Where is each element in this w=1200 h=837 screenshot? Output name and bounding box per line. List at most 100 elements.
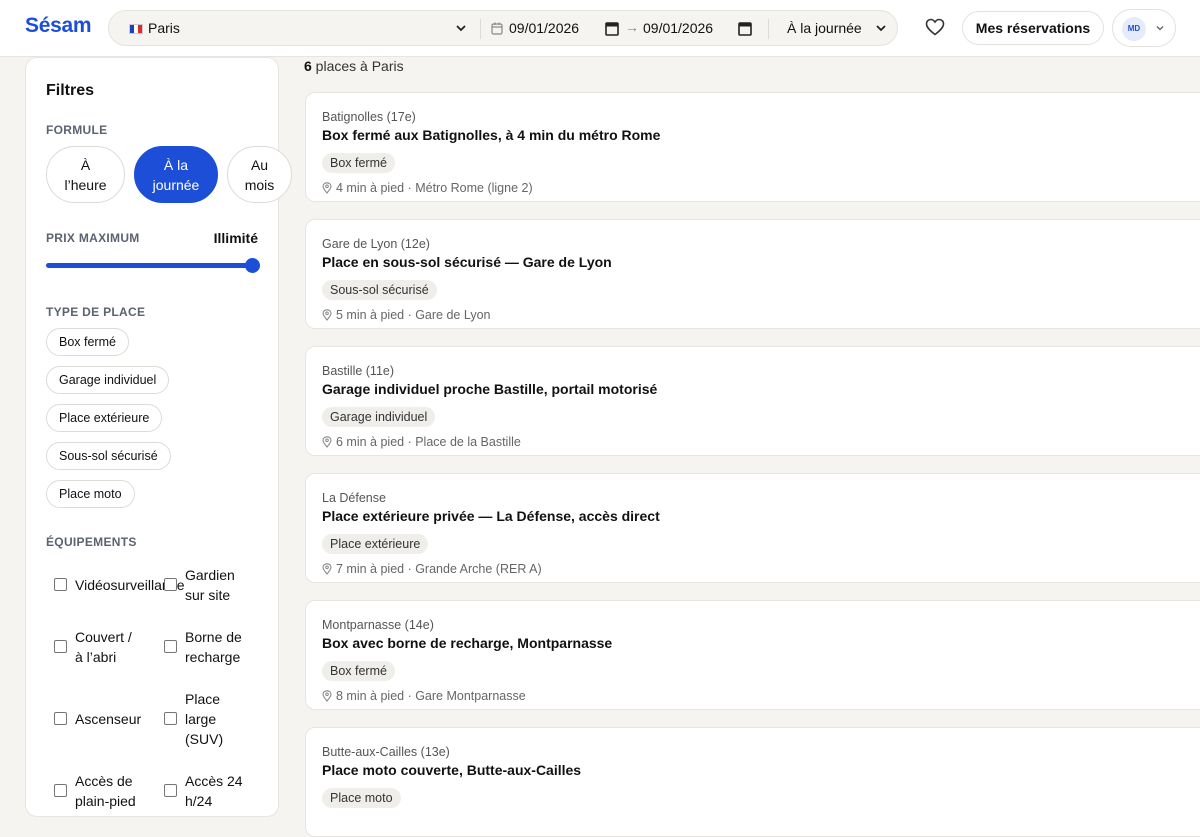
chevron-down-icon[interactable] <box>875 22 887 34</box>
listing-location-text: 8 min à pied · Gare Montparnasse <box>336 689 526 703</box>
equipment-label: ÉQUIPEMENTS <box>46 535 137 549</box>
type-chip[interactable]: Garage individuel <box>46 366 170 394</box>
listing-area: Montparnasse (14e) <box>322 618 434 632</box>
listing-title[interactable]: Box avec borne de recharge, Montparnasse <box>322 635 612 651</box>
checkbox[interactable] <box>54 640 67 653</box>
listing-title[interactable]: Place moto couverte, Butte-aux-Cailles <box>322 762 581 778</box>
listing-area: Gare de Lyon (12e) <box>322 237 430 251</box>
price-label: PRIX MAXIMUM <box>46 231 140 245</box>
formule-line: À la <box>163 156 189 173</box>
listing-location: 7 min à pied · Grande Arche (RER A) <box>322 562 542 578</box>
listing-card[interactable]: Butte-aux-Cailles (13e) Place moto couver… <box>305 727 1200 837</box>
start-date-input[interactable]: 09/01/2026 <box>509 20 579 36</box>
equipment-checkbox[interactable]: Accès de plain-pied <box>54 771 159 811</box>
map-pin-icon <box>322 690 332 705</box>
checkbox[interactable] <box>164 578 177 591</box>
listing-location: 5 min à pied · Gare de Lyon <box>322 308 491 324</box>
checkbox[interactable] <box>164 640 177 653</box>
listing-location: 8 min à pied · Gare Montparnasse <box>322 689 526 705</box>
formule-label: FORMULE <box>46 123 108 137</box>
checkbox[interactable] <box>54 578 67 591</box>
listing-title[interactable]: Place en sous-sol sécurisé — Gare de Lyo… <box>322 254 612 270</box>
listing-type-badge: Box fermé <box>322 661 395 681</box>
formule-option[interactable]: Àl’heure <box>46 146 125 203</box>
equipment-label: Borne de recharge <box>185 629 242 665</box>
listing-title[interactable]: Place extérieure privée — La Défense, ac… <box>322 508 660 524</box>
checkbox[interactable] <box>164 712 177 725</box>
type-chip[interactable]: Sous-sol sécurisé <box>46 442 171 470</box>
date-picker-icon[interactable] <box>738 21 752 36</box>
french-flag-icon <box>129 24 143 34</box>
top-bar: Sésam Paris 09/01/2026 → 09/01/2026 À la… <box>0 0 1200 57</box>
map-pin-icon <box>322 563 332 578</box>
equipment-label: Ascenseur <box>75 711 142 727</box>
listing-title[interactable]: Garage individuel proche Bastille, porta… <box>322 381 657 397</box>
listing-type-badge: Sous-sol sécurisé <box>322 280 437 300</box>
listing-card[interactable]: Montparnasse (14e) Box avec borne de rech… <box>305 600 1200 710</box>
checkbox[interactable] <box>54 712 67 725</box>
price-value: Illimité <box>213 230 258 246</box>
mode-select[interactable]: À la journée <box>787 20 862 36</box>
user-menu-button[interactable]: MD <box>1112 9 1176 47</box>
equipment-checkbox[interactable]: Vidéosurveillance <box>54 575 184 595</box>
search-bar: Paris 09/01/2026 → 09/01/2026 À la journ… <box>108 10 898 46</box>
price-slider-track[interactable] <box>46 263 259 268</box>
price-slider-thumb[interactable] <box>245 258 260 273</box>
filters-title: Filtres <box>46 82 95 99</box>
listing-card[interactable]: La Défense Place extérieure privée — La D… <box>305 473 1200 583</box>
type-label: TYPE DE PLACE <box>46 305 146 319</box>
city-value: Paris <box>148 20 180 36</box>
avatar: MD <box>1122 17 1146 41</box>
listing-card[interactable]: Gare de Lyon (12e) Place en sous-sol sécu… <box>305 219 1200 329</box>
results-count-number: 6 <box>304 58 312 74</box>
my-reservations-button[interactable]: Mes réservations <box>962 11 1104 45</box>
equipment-label: Couvert / à l’abri <box>75 629 132 665</box>
formule-line: mois <box>244 176 275 193</box>
equipment-label: Accès 24 h/24 <box>185 773 243 809</box>
listing-type-badge: Garage individuel <box>322 407 436 427</box>
listing-title[interactable]: Box fermé aux Batignolles, à 4 min du mé… <box>322 127 660 143</box>
listing-location-text: 6 min à pied · Place de la Bastille <box>336 435 521 449</box>
listing-area: Batignolles (17e) <box>322 110 416 124</box>
equipment-checkbox[interactable]: Borne de recharge <box>164 627 269 667</box>
formule-option-label: À la journée <box>153 155 200 195</box>
end-date-input[interactable]: 09/01/2026 <box>643 20 713 36</box>
listing-location: 4 min à pied · Métro Rome (ligne 2) <box>322 181 533 197</box>
logo[interactable]: Sésam <box>25 14 92 38</box>
city-select[interactable]: Paris <box>129 20 180 36</box>
chevron-down-icon <box>1156 26 1164 31</box>
listing-card[interactable]: Bastille (11e) Garage individuel proche B… <box>305 346 1200 456</box>
map-pin-icon <box>322 182 332 197</box>
chevron-down-icon[interactable] <box>455 22 467 34</box>
checkbox[interactable] <box>54 784 67 797</box>
type-chip[interactable]: Place moto <box>46 480 135 508</box>
equipment-checkbox[interactable]: Accès 24 h/24 <box>164 771 269 811</box>
equipment-label: Gardien sur site <box>185 567 235 603</box>
equipment-checkbox[interactable]: Couvert / à l’abri <box>54 627 159 667</box>
divider <box>480 19 481 39</box>
formule-line: Au <box>250 156 269 173</box>
listing-card[interactable]: Batignolles (17e) Box fermé aux Batignoll… <box>305 92 1200 202</box>
listing-location-text: 7 min à pied · Grande Arche (RER A) <box>336 562 542 576</box>
listing-area: Bastille (11e) <box>322 364 395 378</box>
map-pin-icon <box>322 309 332 324</box>
type-chip[interactable]: Place extérieure <box>46 404 163 432</box>
formule-option[interactable]: À la journée <box>134 146 218 203</box>
results-count-suffix: places à Paris <box>311 58 404 74</box>
equipment-checkbox[interactable]: Ascenseur <box>54 709 159 729</box>
equipment-label: Accès de plain-pied <box>75 773 136 809</box>
map-pin-icon <box>322 436 332 451</box>
listing-type-badge: Box fermé <box>322 153 395 173</box>
formule-option[interactable]: Au mois <box>227 146 292 203</box>
date-picker-icon[interactable] <box>605 21 619 36</box>
listing-location: 6 min à pied · Place de la Bastille <box>322 435 521 451</box>
favorites-heart-icon[interactable] <box>925 18 945 36</box>
type-chip[interactable]: Box fermé <box>46 328 129 356</box>
equipment-checkbox[interactable]: Place large (SUV) <box>164 689 269 749</box>
formule-line: l’heure <box>64 176 107 193</box>
checkbox[interactable] <box>164 784 177 797</box>
listing-location-text: 5 min à pied · Gare de Lyon <box>336 308 491 322</box>
formule-option-label: Au mois <box>245 155 275 195</box>
equipment-checkbox[interactable]: Gardien sur site <box>164 565 269 605</box>
equipment-label: Place large (SUV) <box>185 691 224 747</box>
